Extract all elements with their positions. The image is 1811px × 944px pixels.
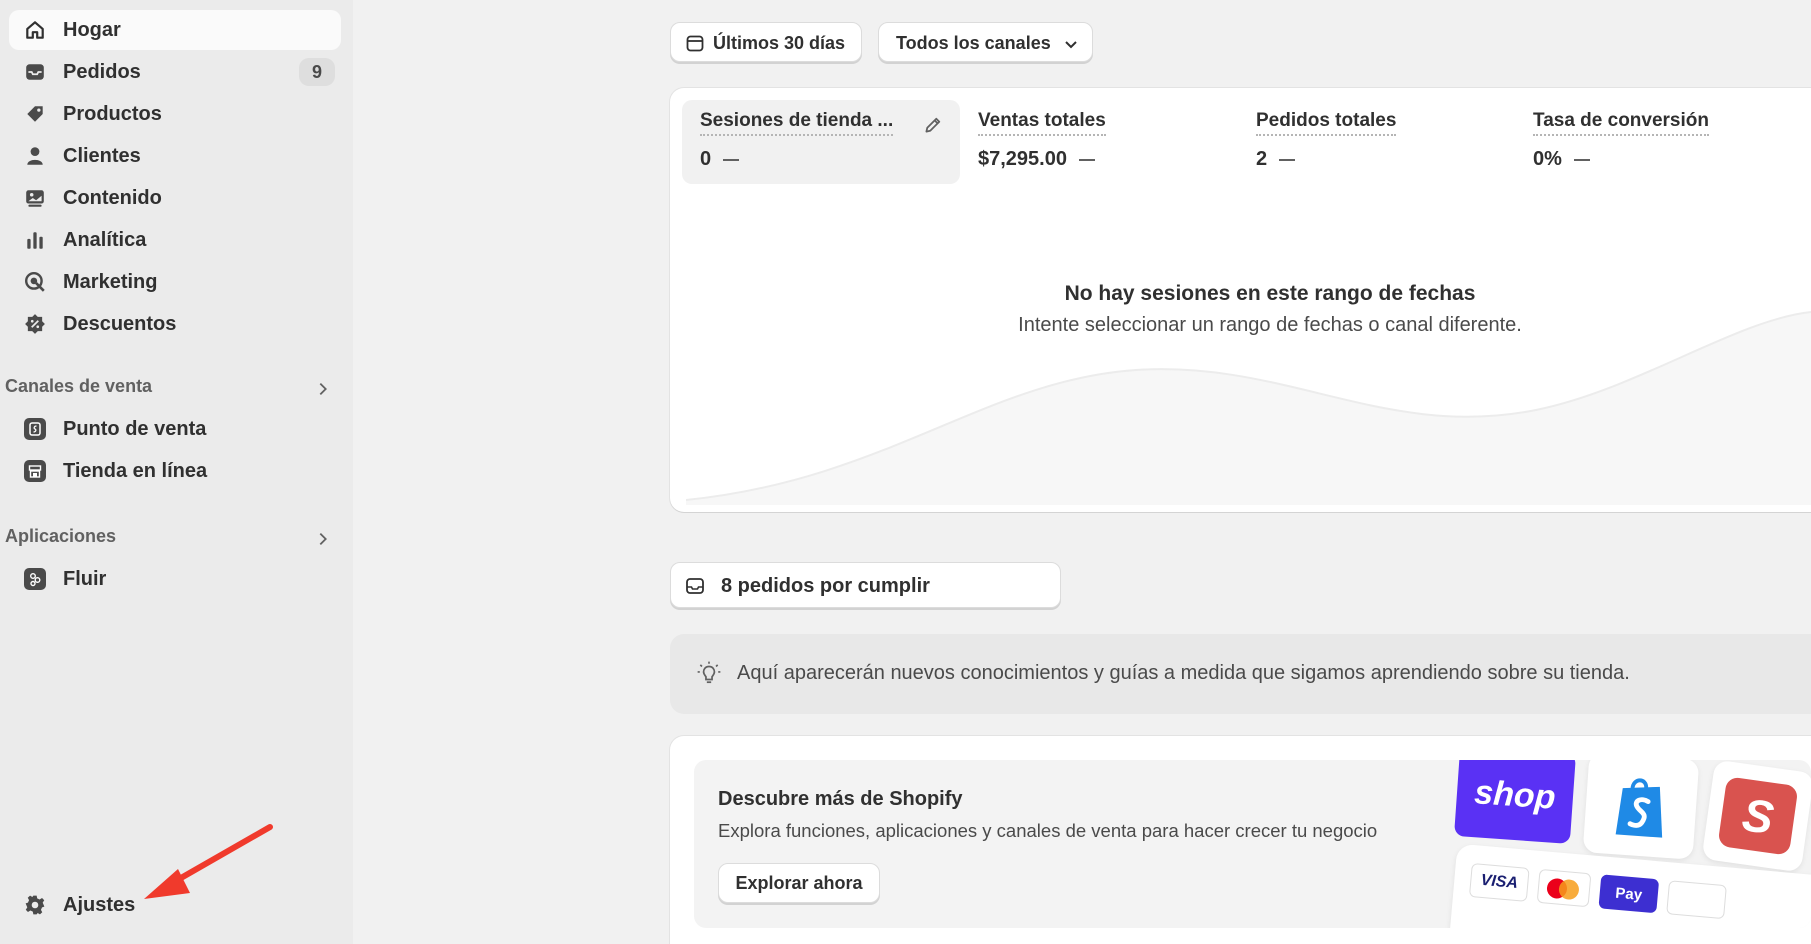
metric-value: 2 — [1256, 148, 1268, 170]
section-title: Aplicaciones — [5, 526, 117, 546]
sidebar-item-point-of-sale[interactable]: Punto de venta — [9, 409, 341, 449]
orders-count-badge: 9 — [299, 58, 335, 86]
chevron-right-icon — [319, 382, 327, 396]
annotation-arrow — [144, 824, 273, 899]
metric-value-row: 0% — [1533, 148, 1590, 171]
storefront-icon — [24, 460, 46, 482]
sidebar-item-label: Fluir — [63, 568, 107, 590]
payment-card-logo — [1666, 880, 1727, 920]
sidebar-item-online-store[interactable]: Tienda en línea — [9, 451, 341, 491]
chevron-down-icon — [1065, 41, 1077, 49]
sidebar-item-customers[interactable]: Clientes — [9, 136, 341, 176]
sidebar-item-home[interactable]: Hogar — [9, 10, 341, 50]
insights-banner: Aquí aparecerán nuevos conocimientos y g… — [670, 634, 1811, 714]
sidebar-item-products[interactable]: Productos — [9, 94, 341, 134]
shopify-app-logo: S — [1701, 760, 1811, 873]
empty-chart-placeholder — [686, 311, 1811, 505]
metric-total-orders[interactable]: Pedidos totales 2 — [1238, 100, 1516, 184]
sidebar-item-label: Analítica — [63, 229, 147, 251]
metric-online-store-sessions[interactable]: Sesiones de tienda ... 0 — [682, 100, 960, 184]
person-icon — [24, 145, 46, 167]
sidebar-item-orders[interactable]: Pedidos 9 — [9, 52, 341, 92]
insights-text: Aquí aparecerán nuevos conocimientos y g… — [737, 662, 1630, 684]
sidebar: Hogar Pedidos 9 Productos Clientes Conte… — [0, 0, 353, 944]
sidebar-item-label: Descuentos — [63, 313, 177, 335]
metric-label: Tasa de conversión — [1533, 110, 1709, 136]
orders-to-fulfill-button[interactable]: 8 pedidos por cumplir — [670, 562, 1061, 608]
promo-title: Descubre más de Shopify — [718, 788, 963, 810]
sidebar-item-label: Hogar — [63, 19, 121, 41]
metric-value: 0% — [1533, 148, 1562, 170]
apps-section-header[interactable]: Aplicaciones — [5, 526, 340, 552]
metric-value: 0 — [700, 148, 712, 170]
trend-dash — [1573, 158, 1590, 161]
shop-logo-text: shop — [1473, 772, 1557, 817]
sidebar-item-label: Productos — [63, 103, 162, 125]
sidebar-item-label: Pedidos — [63, 61, 141, 83]
inbox-icon — [24, 61, 46, 83]
metric-value-row: 2 — [1256, 148, 1296, 171]
sidebar-item-analytics[interactable]: Analítica — [9, 220, 341, 260]
date-range-button[interactable]: Últimos 30 días — [670, 22, 862, 62]
metric-label: Ventas totales — [978, 110, 1106, 136]
sidebar-item-label: Punto de venta — [63, 418, 207, 440]
bar-chart-icon — [24, 229, 46, 251]
gear-icon — [24, 894, 46, 916]
metric-label: Pedidos totales — [1256, 110, 1397, 136]
sidebar-item-label: Clientes — [63, 145, 141, 167]
shopify-bag-logo — [1582, 760, 1700, 860]
tag-icon — [24, 103, 46, 125]
sidebar-item-flow[interactable]: Fluir — [9, 559, 341, 599]
chevron-right-icon — [319, 532, 327, 546]
sidebar-item-label: Ajustes — [63, 894, 136, 916]
metric-value: $7,295.00 — [978, 148, 1067, 170]
orders-to-fulfill-label: 8 pedidos por cumplir — [721, 575, 930, 597]
trend-dash — [1078, 158, 1095, 161]
pos-icon — [24, 418, 46, 440]
image-icon — [24, 187, 46, 209]
red-s-icon: S — [1717, 776, 1799, 856]
explore-now-label: Explorar ahora — [735, 873, 863, 893]
gpay-logo: Pay — [1598, 874, 1660, 914]
mastercard-logo — [1536, 868, 1592, 908]
metric-value-row: 0 — [700, 148, 740, 171]
explore-now-button[interactable]: Explorar ahora — [718, 863, 880, 903]
sales-channels-section-header[interactable]: Canales de venta — [5, 376, 340, 402]
sidebar-item-label: Marketing — [63, 271, 158, 293]
trend-dash — [723, 158, 740, 161]
visa-logo: VISA — [1468, 862, 1530, 902]
channel-filter-label: Todos los canales — [896, 33, 1051, 53]
flow-icon — [24, 568, 46, 590]
discover-shopify-card: Descubre más de Shopify Explora funcione… — [694, 760, 1811, 928]
lightbulb-icon — [697, 661, 721, 684]
sidebar-item-content[interactable]: Contenido — [9, 178, 341, 218]
metric-conversion-rate[interactable]: Tasa de conversión 0% — [1515, 100, 1795, 184]
sidebar-item-label: Tienda en línea — [63, 460, 208, 482]
target-icon — [24, 271, 46, 293]
calendar-icon — [686, 35, 704, 52]
discount-icon — [24, 313, 46, 335]
shop-pay-logo: shop — [1454, 760, 1576, 844]
metric-value-row: $7,295.00 — [978, 148, 1095, 171]
sidebar-item-discounts[interactable]: Descuentos — [9, 304, 341, 344]
pay-text: Pay — [1614, 884, 1643, 904]
home-icon — [24, 19, 46, 41]
trend-dash — [1279, 158, 1296, 161]
date-range-label: Últimos 30 días — [713, 33, 846, 53]
channel-filter-dropdown[interactable]: Todos los canales — [878, 22, 1093, 62]
promo-subtitle: Explora funciones, aplicaciones y canale… — [718, 820, 1378, 841]
sidebar-item-marketing[interactable]: Marketing — [9, 262, 341, 302]
section-title: Canales de venta — [5, 376, 153, 396]
sidebar-item-label: Contenido — [63, 187, 162, 209]
metric-total-sales[interactable]: Ventas totales $7,295.00 — [960, 100, 1238, 184]
inbox-icon — [686, 578, 704, 594]
visa-text: VISA — [1479, 871, 1519, 893]
metric-label: Sesiones de tienda ... — [700, 110, 894, 136]
pencil-edit-icon[interactable] — [922, 114, 944, 136]
shopify-bag-icon — [1615, 778, 1663, 838]
